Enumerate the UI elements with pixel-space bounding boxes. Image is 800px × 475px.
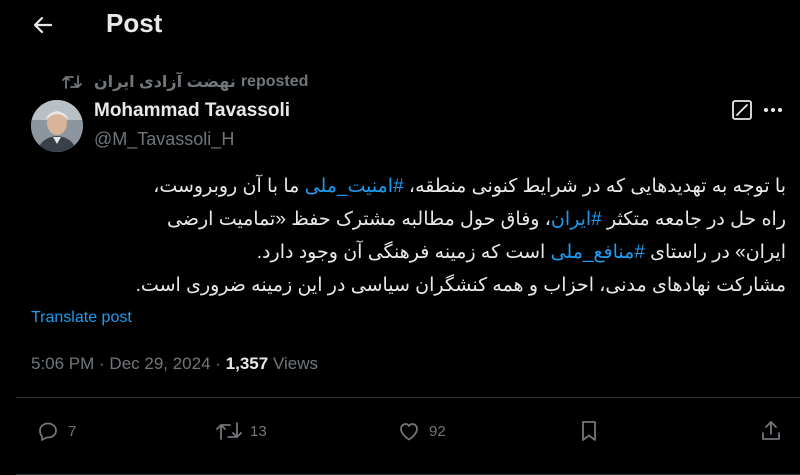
more-options-button[interactable]	[762, 101, 784, 119]
repost-indicator: نهضت آزادی ایران reposted	[62, 71, 308, 93]
post-text-segment: ایران» در راستای	[644, 242, 786, 263]
post-text-segment: با توجه به تهدیدهایی که در شرایط کنونی م…	[403, 176, 786, 197]
header-bar: Post	[0, 0, 800, 52]
author-handle[interactable]: @M_Tavassoli_H	[94, 129, 234, 150]
reply-count: 7	[68, 422, 77, 440]
reply-icon	[39, 422, 57, 441]
post-time[interactable]: 5:06 PM	[31, 354, 94, 373]
like-icon	[400, 423, 418, 441]
post-line: راه حل در جامعه متکثر #ایران، وفاق حول م…	[24, 203, 786, 236]
hashtag-link[interactable]: #امنیت_ملی	[305, 176, 404, 197]
post-text: با توجه به تهدیدهایی که در شرایط کنونی م…	[24, 170, 786, 302]
post-metadata: 5:06 PM · Dec 29, 2024 · 1,357 Views	[31, 354, 318, 374]
hashtag-link[interactable]: #منافع_ملی	[551, 242, 645, 263]
post-line: مشارکت نهادهای مدنی، احزاب و همه کنشگران…	[135, 275, 786, 296]
post-text-segment: راه حل در جامعه متکثر	[601, 209, 786, 230]
more-icon	[764, 108, 782, 112]
hashtag-link[interactable]: #ایران	[551, 209, 602, 230]
repost-button[interactable]: 13	[216, 418, 267, 444]
author-name[interactable]: Mohammad Tavassoli	[94, 100, 290, 122]
reply-button[interactable]: 7	[36, 418, 76, 444]
page-title: Post	[106, 8, 163, 38]
bookmark-button[interactable]	[578, 418, 600, 444]
post-line: ایران» در راستای #منافع_ملی است که زمینه…	[24, 236, 786, 269]
views-count: 1,357	[225, 354, 269, 373]
bookmark-icon	[582, 421, 596, 441]
meta-separator: ·	[94, 354, 110, 373]
views-label: Views	[272, 354, 318, 373]
avatar[interactable]	[31, 100, 83, 152]
reposter-name[interactable]: نهضت آزادی ایران	[94, 72, 236, 92]
grok-button[interactable]	[731, 99, 753, 121]
like-button[interactable]: 92	[397, 418, 446, 444]
repost-icon	[216, 422, 242, 440]
post-line: با توجه به تهدیدهایی که در شرایط کنونی م…	[24, 170, 786, 203]
like-count: 92	[429, 422, 446, 440]
post-text-segment: است که زمینه فرهنگی آن وجود دارد.	[256, 242, 551, 263]
share-button[interactable]	[759, 418, 783, 444]
translate-post-link[interactable]: Translate post	[31, 309, 132, 327]
repost-count: 13	[250, 422, 267, 440]
meta-separator: ·	[210, 354, 226, 373]
grok-icon	[732, 100, 752, 120]
back-button[interactable]	[28, 10, 58, 40]
post-text-segment: ، وفاق حول مطالبه مشترک حفظ «تمامیت ارضی	[167, 209, 551, 230]
post-date[interactable]: Dec 29, 2024	[109, 354, 210, 373]
post-text-segment: ما با آن روبروست،	[153, 176, 305, 197]
share-icon	[762, 421, 780, 440]
divider	[16, 397, 800, 398]
repost-icon	[62, 73, 84, 91]
back-arrow-icon	[33, 16, 53, 34]
reposted-label: reposted	[240, 73, 309, 90]
